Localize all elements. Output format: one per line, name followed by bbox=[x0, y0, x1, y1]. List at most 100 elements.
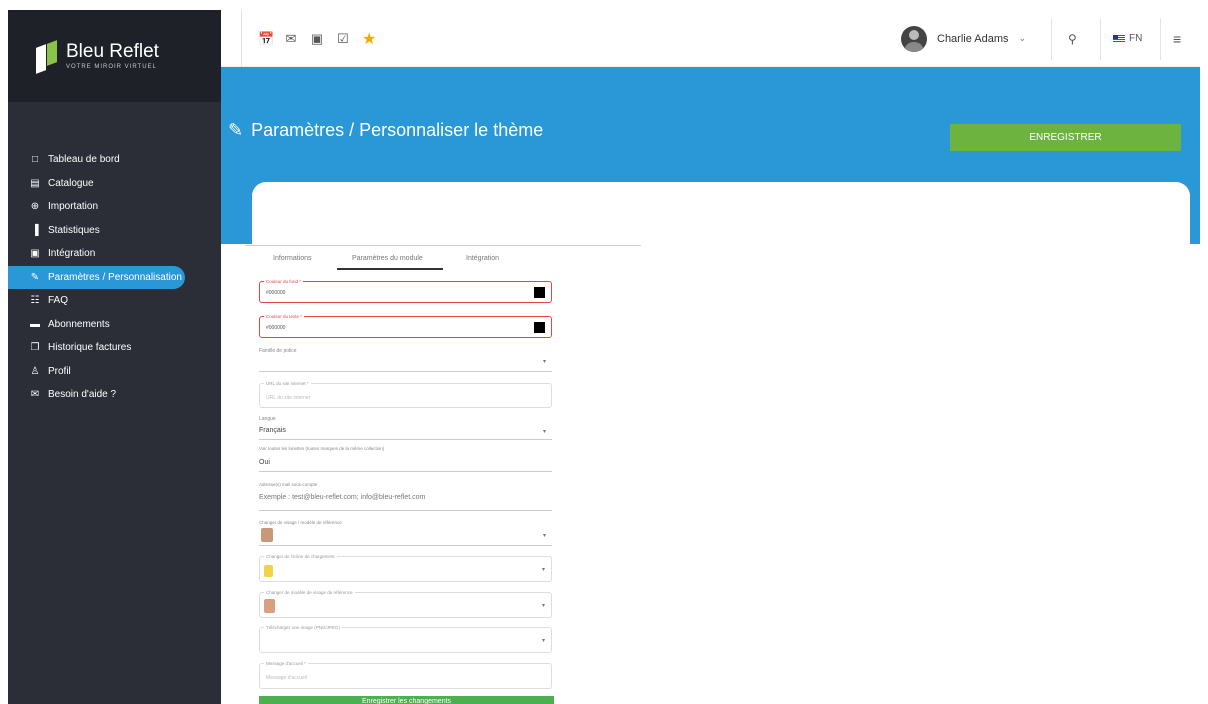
mail-icon: ✉ bbox=[30, 389, 40, 401]
emails-placeholder: Exemple : test@bleu-reflet.com; info@ble… bbox=[259, 494, 426, 501]
sidebar-item-label: Intégration bbox=[48, 248, 96, 260]
user-name: Charlie Adams bbox=[937, 32, 1009, 45]
import-icon: ⊕ bbox=[30, 201, 40, 213]
save-button[interactable]: ENREGISTRER bbox=[950, 124, 1181, 151]
divider bbox=[1160, 18, 1161, 60]
emails-field[interactable]: Adresse(s) mail sous-compte Exemple : te… bbox=[259, 480, 552, 511]
chevron-down-icon: ▾ bbox=[541, 567, 545, 573]
card-icon: ▬ bbox=[30, 318, 40, 330]
edit-icon: ✎ bbox=[228, 120, 244, 140]
tab-parametres-module[interactable]: Paramètres du module bbox=[352, 255, 423, 262]
user-icon: ♙ bbox=[30, 365, 40, 377]
divider bbox=[1100, 18, 1101, 60]
sidebar-item-tableau-de-bord[interactable]: □ Tableau de bord bbox=[8, 148, 221, 172]
field-label: Couleur du texte * bbox=[264, 314, 305, 319]
content-card bbox=[252, 182, 1190, 246]
sidebar-item-statistiques[interactable]: ▐ Statistiques bbox=[8, 219, 221, 243]
sidebar-item-integration[interactable]: ▣ Intégration bbox=[8, 242, 221, 266]
upload-image-select[interactable]: Téléchargez une image (PNG/JPEG) ▾ bbox=[259, 625, 552, 653]
flag-icon bbox=[1113, 34, 1125, 43]
sidebar-item-label: Importation bbox=[48, 201, 99, 213]
brand-name: Bleu Reflet bbox=[66, 41, 159, 62]
brand-logo[interactable]: Bleu Reflet VOTRE MIROIR VIRTUEL bbox=[8, 10, 221, 102]
field-label: Adresse(s) mail sous-compte bbox=[259, 482, 318, 487]
field-value: #000000 bbox=[266, 290, 286, 296]
text-color-field[interactable]: Couleur du texte * #000000 bbox=[259, 314, 552, 338]
sidebar-item-label: FAQ bbox=[48, 295, 69, 307]
chevron-down-icon: ▾ bbox=[541, 603, 545, 609]
loader-thumbnail bbox=[264, 565, 273, 577]
sidebar-item-label: Besoin d'aide ? bbox=[48, 389, 117, 401]
sidebar-item-label: Paramètres / Personnalisation bbox=[48, 271, 182, 283]
user-image-select[interactable]: Changer de modèle de visage de référence… bbox=[259, 590, 552, 618]
language-selector[interactable]: FN bbox=[1113, 10, 1142, 67]
sidebar-item-label: Abonnements bbox=[48, 318, 110, 330]
chat-icon: ☷ bbox=[30, 295, 40, 307]
menu-icon[interactable]: ≡ bbox=[1173, 10, 1181, 67]
sidebar-item-faq[interactable]: ☷ FAQ bbox=[8, 289, 221, 313]
language-label: FN bbox=[1129, 33, 1143, 44]
contact-icon[interactable]: ▣ bbox=[310, 31, 324, 47]
language-select[interactable]: Langue Français ▾ bbox=[259, 414, 552, 440]
bar-chart-icon: ▐ bbox=[31, 224, 39, 236]
tab-informations[interactable]: Informations bbox=[273, 255, 312, 262]
sidebar-item-catalogue[interactable]: ▤ Catalogue bbox=[8, 172, 221, 196]
top-bar: 📅 ✉ ▣ ☑ ★ Charlie Adams ⌄ ⚲ FN ≡ bbox=[221, 10, 1200, 67]
url-field[interactable]: URL du site internet * URL du site inter… bbox=[259, 381, 552, 408]
font-select[interactable]: Famille de police ▾ bbox=[259, 346, 552, 372]
color-swatch[interactable] bbox=[534, 322, 545, 333]
checkbox-icon[interactable]: ☑ bbox=[336, 31, 350, 47]
model-thumbnail bbox=[261, 528, 273, 542]
submit-button[interactable]: Enregistrer les changements bbox=[259, 696, 554, 704]
brand-logo-icon bbox=[36, 40, 58, 74]
brand-tagline: VOTRE MIROIR VIRTUEL bbox=[66, 64, 157, 70]
face-thumbnail bbox=[264, 599, 275, 613]
tab-integration[interactable]: Intégration bbox=[466, 255, 499, 262]
message-field[interactable]: Message d'accueil * Message d'accueil bbox=[259, 661, 552, 689]
field-label: Couleur du fond * bbox=[264, 279, 304, 284]
field-label: Changer de modèle de visage de référence bbox=[264, 590, 355, 595]
sidebar-item-historique-factures[interactable]: ❐ Historique factures bbox=[8, 336, 221, 360]
sidebar-item-label: Historique factures bbox=[48, 342, 132, 354]
sidebar-item-importation[interactable]: ⊕ Importation bbox=[8, 195, 221, 219]
sidebar-item-besoin-aide[interactable]: ✉ Besoin d'aide ? bbox=[8, 383, 221, 407]
field-label: URL du site internet * bbox=[264, 381, 311, 386]
mail-icon[interactable]: ✉ bbox=[284, 31, 298, 47]
loader-image-select[interactable]: Changer de l'icône de chargement ▾ bbox=[259, 554, 552, 582]
sidebar-item-label: Catalogue bbox=[48, 177, 94, 189]
chevron-down-icon: ▾ bbox=[542, 533, 546, 539]
user-menu[interactable]: Charlie Adams ⌄ bbox=[901, 10, 1026, 67]
divider bbox=[245, 245, 641, 246]
field-label: Voir toutes les lunettes (toutes marques… bbox=[259, 446, 385, 451]
sidebar-item-abonnements[interactable]: ▬ Abonnements bbox=[8, 313, 221, 337]
active-tab-indicator bbox=[337, 268, 443, 270]
chevron-down-icon: ▾ bbox=[542, 429, 546, 435]
bg-color-field[interactable]: Couleur du fond * #000000 bbox=[259, 279, 552, 303]
star-icon[interactable]: ★ bbox=[362, 29, 376, 49]
search-icon[interactable]: ⚲ bbox=[1068, 10, 1077, 67]
sidebar-item-parametres[interactable]: ✎ Paramètres / Personnalisation bbox=[8, 265, 185, 289]
sidebar-item-label: Profil bbox=[48, 365, 71, 377]
sidebar-item-profil[interactable]: ♙ Profil bbox=[8, 360, 221, 384]
calendar-icon[interactable]: 📅 bbox=[258, 31, 274, 47]
field-label: Changer de visage / modèle de référence bbox=[259, 520, 342, 525]
page-title: ✎ Paramètres / Personnaliser le thème bbox=[228, 120, 543, 141]
field-label: Changer de l'icône de chargement bbox=[264, 554, 337, 559]
sidebar-item-label: Statistiques bbox=[48, 224, 100, 236]
field-label: Message d'accueil * bbox=[264, 661, 308, 666]
field-value: Oui bbox=[259, 459, 270, 466]
field-label: Langue bbox=[259, 416, 276, 422]
message-placeholder: Message d'accueil bbox=[266, 675, 307, 681]
color-swatch[interactable] bbox=[534, 287, 545, 298]
field-value: #000000 bbox=[266, 325, 286, 331]
integration-icon: ▣ bbox=[30, 248, 40, 260]
show-all-select[interactable]: Voir toutes les lunettes (toutes marques… bbox=[259, 446, 552, 472]
model-image-select[interactable]: Changer de visage / modèle de référence … bbox=[259, 518, 552, 546]
url-placeholder: URL du site internet bbox=[266, 395, 311, 401]
sidebar-nav: □ Tableau de bord ▤ Catalogue ⊕ Importation… bbox=[8, 148, 221, 407]
field-value: Français bbox=[259, 427, 286, 434]
sidebar-item-label: Tableau de bord bbox=[48, 154, 120, 166]
divider bbox=[1051, 18, 1052, 60]
page-title-text: Paramètres / Personnaliser le thème bbox=[251, 120, 544, 140]
catalog-icon: ▤ bbox=[30, 177, 40, 189]
